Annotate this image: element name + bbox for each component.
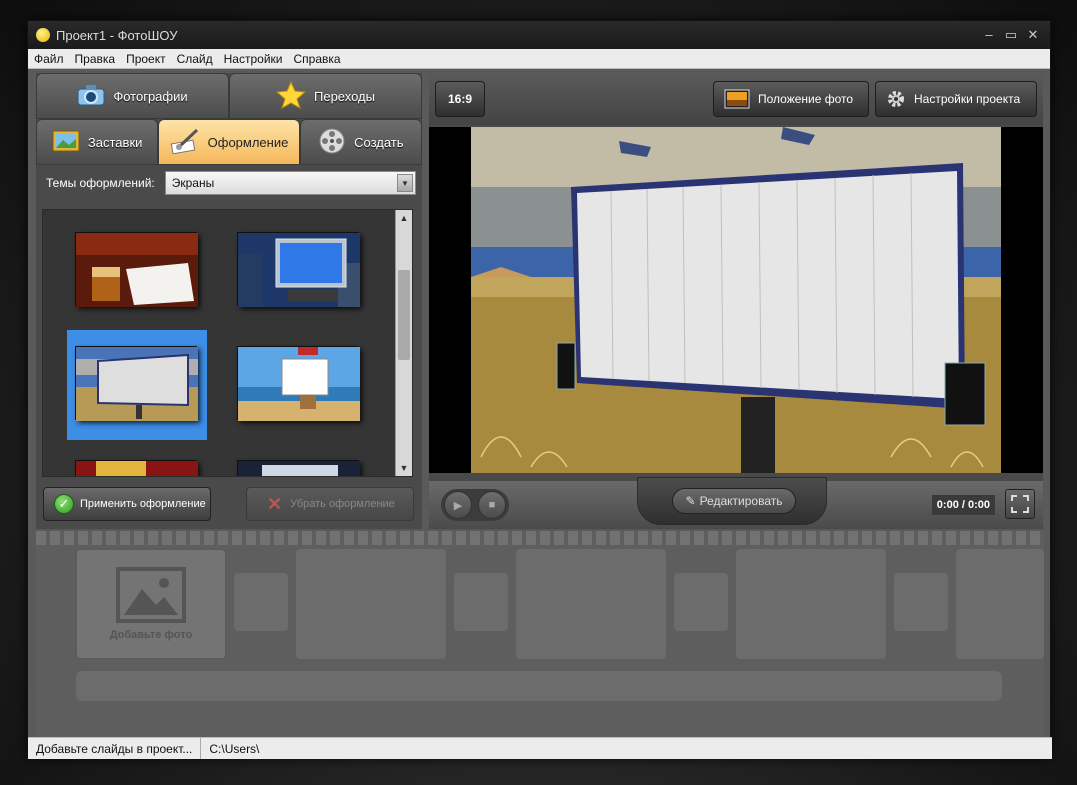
title-bar: Проект1 - ФотоШОУ – ▭ ✕ (28, 21, 1050, 49)
tab-create[interactable]: Создать (299, 119, 422, 165)
minimize-icon[interactable]: – (978, 27, 1000, 43)
theme-gallery: ▲ ▼ (42, 209, 413, 477)
transition-slot[interactable] (674, 573, 728, 631)
theme-thumb-slot[interactable] (227, 460, 367, 476)
remove-design-button[interactable]: ✕ Убрать оформление (246, 487, 414, 521)
status-bar: Добавьте слайды в проект... C:\Users\ (28, 737, 1052, 759)
photo-position-button[interactable]: Положение фото (713, 81, 869, 117)
check-icon: ✓ (54, 494, 74, 514)
app-window: Проект1 - ФотоШОУ – ▭ ✕ Файл Правка Прое… (27, 20, 1052, 759)
theme-thumb-beach[interactable] (237, 346, 360, 421)
film-strip-edge (36, 531, 1044, 545)
audio-track[interactable] (76, 671, 1002, 701)
theme-thumb-city[interactable] (237, 232, 360, 307)
themes-select-value: Экраны (171, 176, 215, 190)
scrollbar-thumb[interactable] (398, 270, 410, 360)
left-panel: Фотографии Переходы Заставки Оформление … (36, 73, 422, 529)
apply-design-label: Применить оформление (80, 498, 206, 510)
menu-slide[interactable]: Слайд (177, 52, 213, 66)
preview-toolbar: 16:9 Положение фото Настройки проекта (429, 73, 1043, 125)
film-reel-icon (318, 127, 346, 158)
status-hint: Добавьте слайды в проект... (28, 738, 202, 759)
tab-screensavers-label: Заставки (87, 134, 143, 150)
apply-design-button[interactable]: ✓ Применить оформление (43, 487, 211, 521)
tab-photos-label: Фотографии (113, 88, 188, 104)
fullscreen-icon (1011, 495, 1029, 513)
tab-transitions[interactable]: Переходы (229, 73, 422, 119)
theme-thumb-screen[interactable] (237, 460, 360, 476)
image-placeholder-icon (116, 567, 186, 623)
scroll-down-icon[interactable]: ▼ (396, 460, 412, 476)
transition-slot[interactable] (894, 573, 948, 631)
add-photo-slot[interactable]: Добавьте фото (76, 549, 226, 659)
theme-thumb-slot[interactable] (227, 232, 367, 342)
photo-position-icon (724, 89, 750, 109)
gear-icon (886, 89, 906, 109)
slide-slot[interactable] (956, 549, 1044, 659)
status-path: C:\Users\ (209, 741, 260, 756)
theme-thumb-slot[interactable] (65, 232, 205, 342)
playback-controls: ▶ ■ (441, 489, 509, 521)
edit-button[interactable]: ✎ Редактировать (672, 488, 796, 514)
slide-slot[interactable] (296, 549, 446, 659)
gallery-scrollbar[interactable]: ▲ ▼ (395, 210, 412, 476)
pencil-icon: ✎ (685, 494, 696, 508)
fullscreen-button[interactable] (1005, 489, 1035, 519)
theme-thumb-whiskey[interactable] (75, 232, 198, 307)
theme-thumb-slot[interactable] (227, 330, 367, 440)
player-bar: ▶ ■ ✎ Редактировать 0:00 / 0:00 (429, 477, 1043, 529)
tab-screensavers[interactable]: Заставки (36, 119, 159, 165)
project-settings-button[interactable]: Настройки проекта (875, 81, 1037, 117)
picture-frame-icon (52, 130, 80, 155)
tab-create-label: Создать (354, 134, 404, 150)
scroll-up-icon[interactable]: ▲ (396, 210, 412, 226)
transition-slot[interactable] (234, 573, 288, 631)
themes-select[interactable]: Экраны ▼ (164, 171, 416, 195)
star-icon (275, 80, 307, 112)
billboard-preview-image (429, 127, 1043, 473)
time-display: 0:00 / 0:00 (931, 495, 995, 515)
edit-button-label: Редактировать (699, 494, 783, 508)
photo-position-label: Положение фото (758, 92, 854, 106)
theme-thumb-slot[interactable] (65, 460, 205, 476)
timeline: Добавьте фото (36, 531, 1044, 737)
slide-slot[interactable] (736, 549, 886, 659)
tab-design[interactable]: Оформление (158, 119, 300, 165)
window-title: Проект1 - ФотоШОУ (56, 27, 178, 43)
slide-preview (429, 127, 1043, 473)
app-smiley-icon (36, 28, 50, 42)
edit-tab: ✎ Редактировать (637, 477, 827, 525)
themes-label: Темы оформлений: (46, 176, 155, 190)
theme-thumb-desert[interactable] (75, 346, 198, 421)
preview-panel: 16:9 Положение фото Настройки проекта ▶ … (429, 73, 1043, 529)
maximize-icon[interactable]: ▭ (1000, 27, 1022, 43)
brush-icon (170, 128, 200, 157)
remove-x-icon: ✕ (267, 493, 283, 514)
menu-file[interactable]: Файл (34, 52, 64, 66)
themes-row: Темы оформлений: Экраны ▼ (36, 165, 422, 201)
tab-design-label: Оформление (207, 134, 289, 150)
theme-thumb-slot-selected[interactable] (67, 330, 207, 440)
remove-design-label: Убрать оформление (290, 498, 395, 510)
menu-help[interactable]: Справка (293, 52, 340, 66)
menu-project[interactable]: Проект (126, 52, 166, 66)
play-icon[interactable]: ▶ (444, 491, 472, 519)
theme-thumb-cinema[interactable] (75, 460, 198, 476)
close-icon[interactable]: ✕ (1022, 27, 1044, 43)
menu-bar: Файл Правка Проект Слайд Настройки Справ… (28, 49, 1050, 69)
chevron-down-icon[interactable]: ▼ (397, 174, 413, 192)
menu-settings[interactable]: Настройки (224, 52, 283, 66)
slide-slot[interactable] (516, 549, 666, 659)
stop-icon[interactable]: ■ (478, 491, 506, 519)
aspect-ratio-button[interactable]: 16:9 (435, 81, 485, 117)
camera-icon (77, 84, 105, 109)
project-settings-label: Настройки проекта (914, 92, 1021, 106)
add-photo-label: Добавьте фото (109, 629, 193, 641)
tab-transitions-label: Переходы (314, 88, 375, 104)
transition-slot[interactable] (454, 573, 508, 631)
menu-edit[interactable]: Правка (75, 52, 116, 66)
tab-photos[interactable]: Фотографии (36, 73, 229, 119)
